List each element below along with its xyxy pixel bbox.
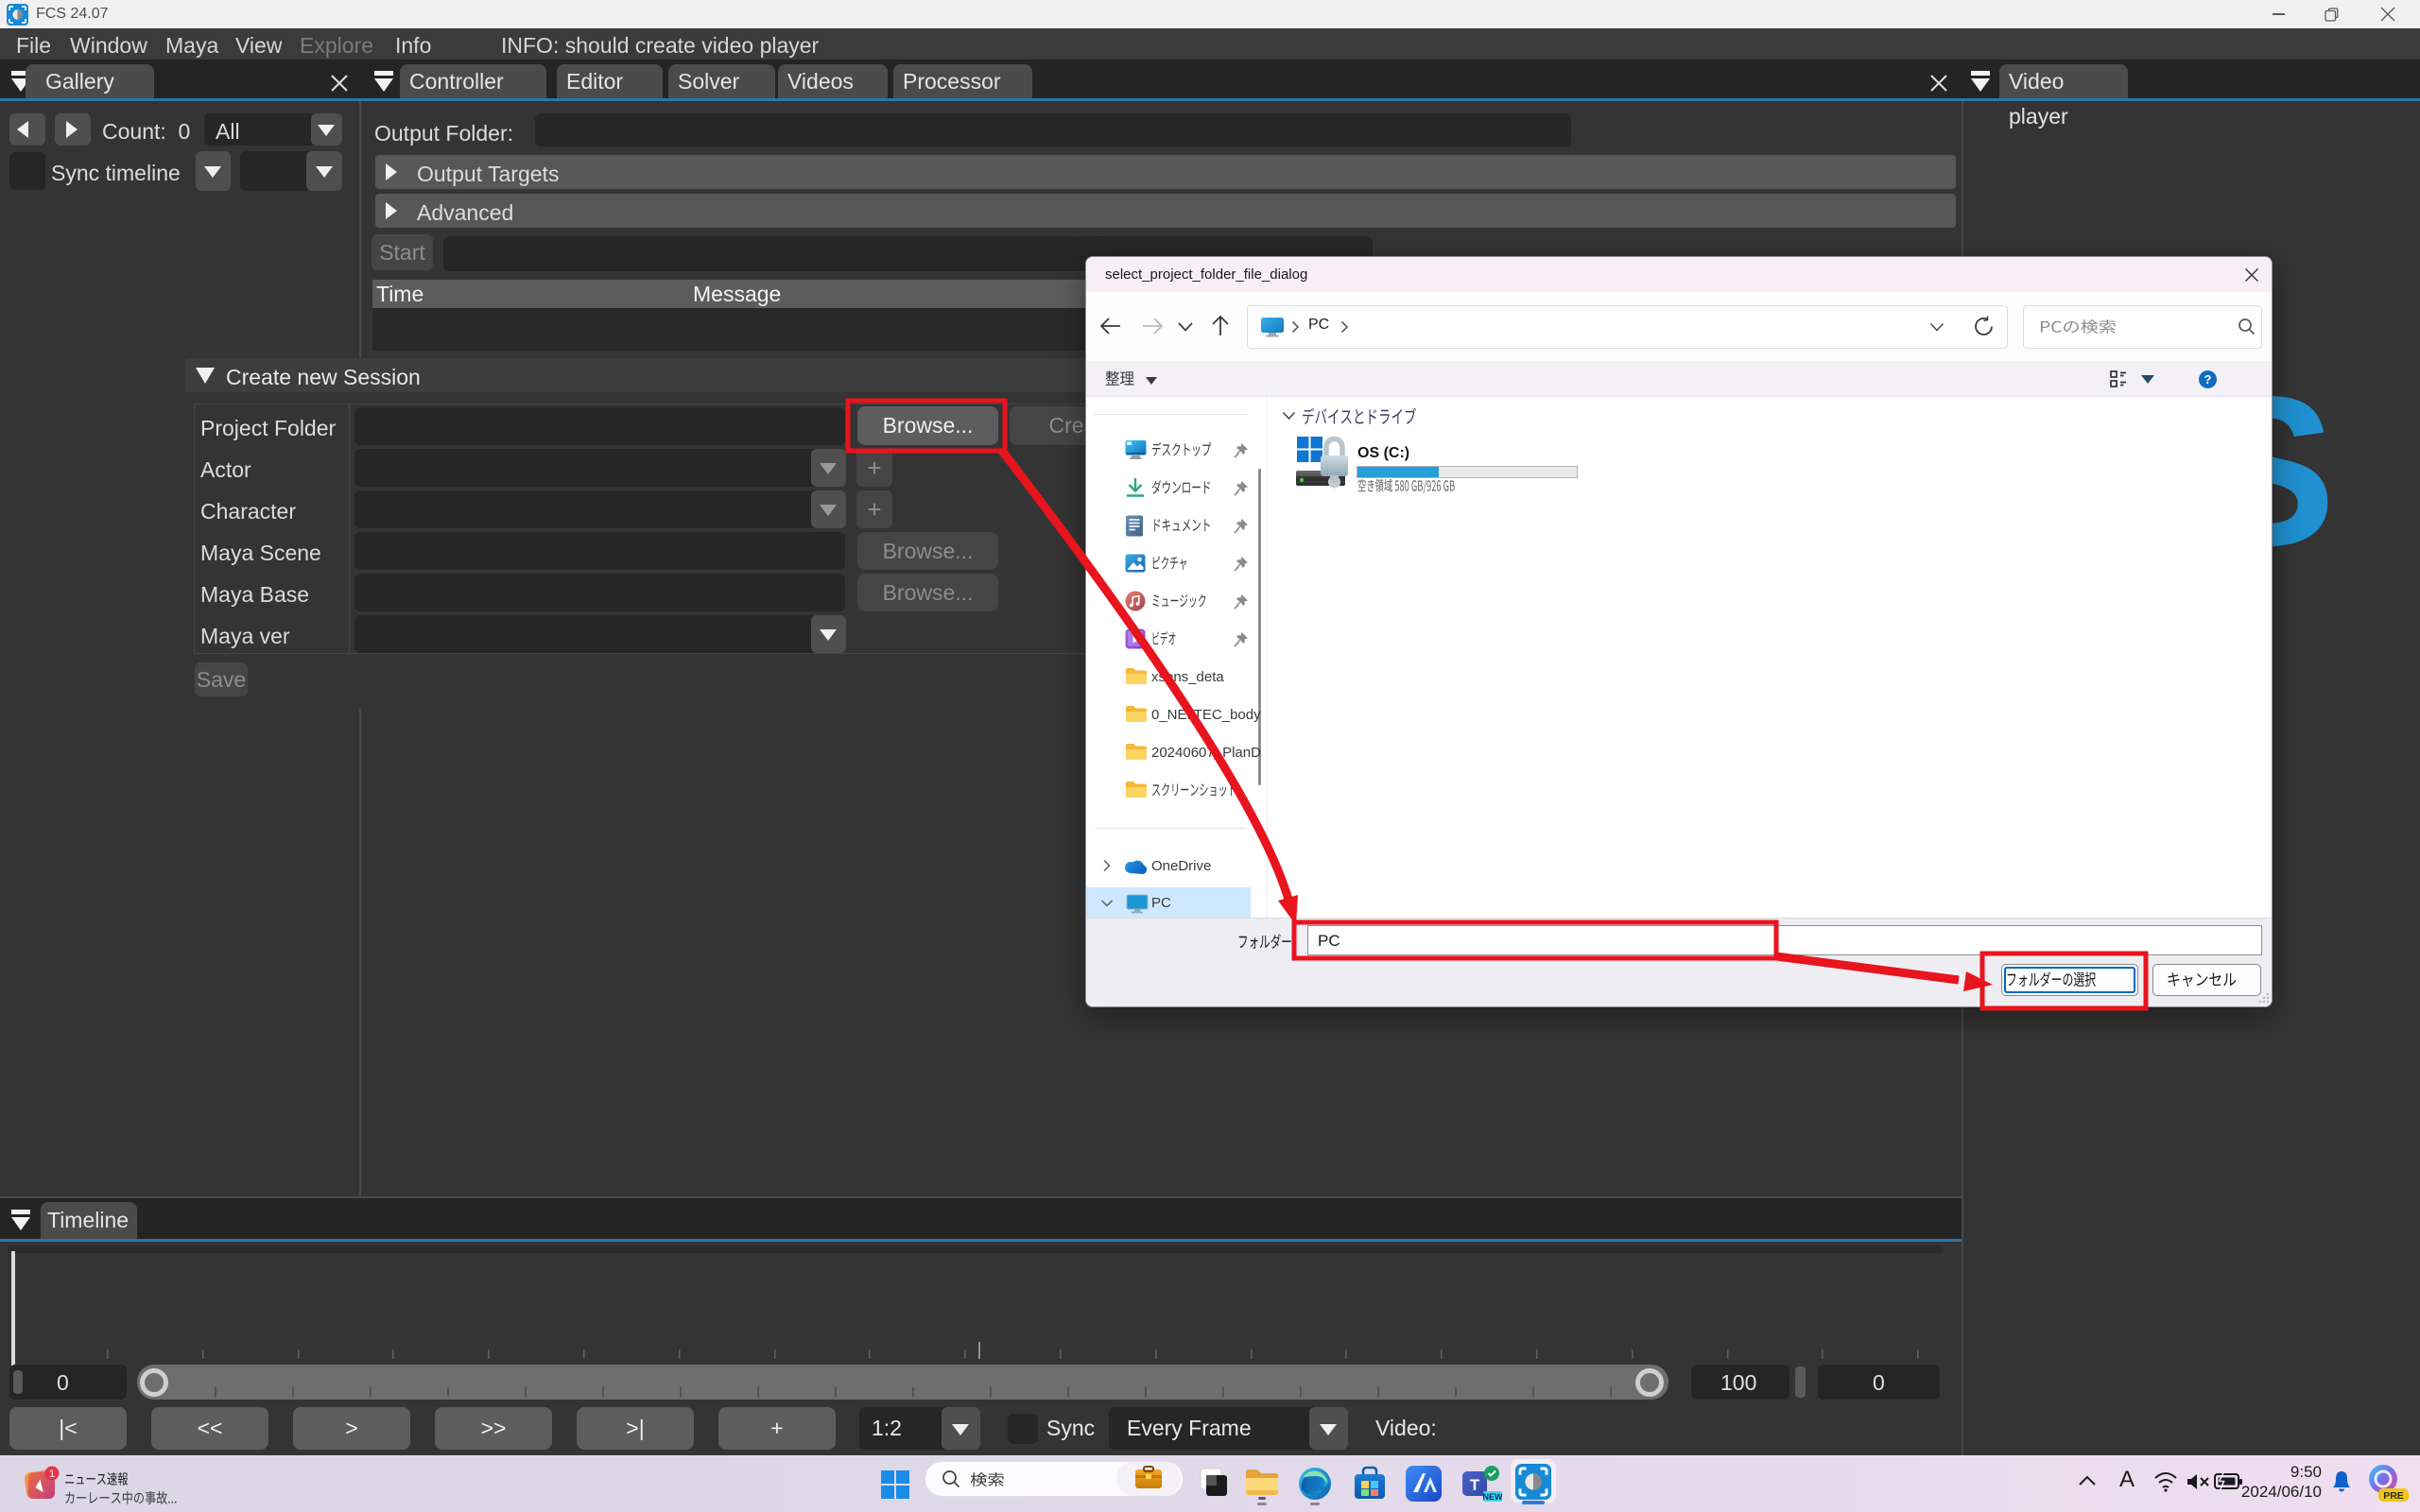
svg-text:PRE: PRE [2383,1490,2404,1502]
svg-text:T: T [1470,1476,1480,1494]
svg-text:1: 1 [49,1469,55,1480]
svg-text:NEW: NEW [1483,1492,1503,1502]
